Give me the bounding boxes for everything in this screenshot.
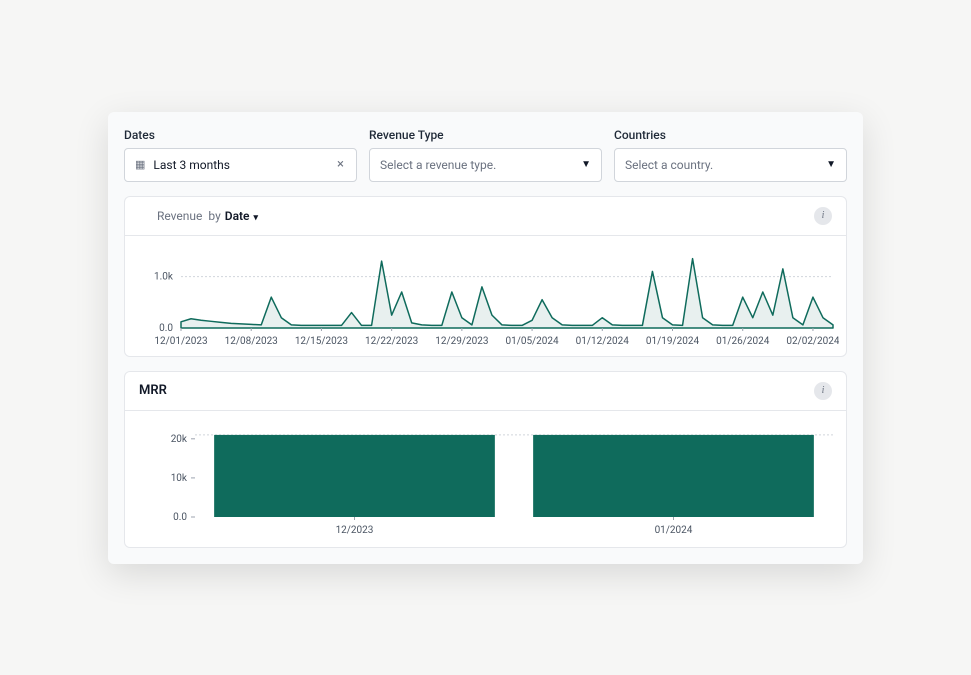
countries-placeholder: Select a country. [625,158,713,172]
svg-text:01/05/2024: 01/05/2024 [505,336,559,346]
revenue-card-header: Revenue by Date▾ i [125,197,846,236]
filter-dates-label: Dates [124,128,357,142]
revenue-type-select[interactable]: Select a revenue type. ▼ [369,148,602,182]
svg-text:12/2023: 12/2023 [336,525,374,536]
revenue-title-prefix: Revenue [157,209,202,223]
svg-text:12/29/2023: 12/29/2023 [435,336,488,346]
revenue-card: Revenue by Date▾ i 0.0 1.0k 12/01/2023 12/0… [124,196,847,357]
svg-text:12/08/2023: 12/08/2023 [225,336,278,346]
svg-text:01/2024: 01/2024 [655,525,693,536]
revenue-type-placeholder: Select a revenue type. [380,158,496,172]
calendar-icon: ▦ [135,158,145,171]
svg-text:02/02/2024: 02/02/2024 [786,336,839,346]
info-icon[interactable]: i [814,382,832,400]
mrr-title: MRR [139,383,167,398]
revenue-by-text: by [208,209,220,223]
svg-text:12/15/2023: 12/15/2023 [295,336,348,346]
svg-text:01/26/2024: 01/26/2024 [716,336,770,346]
clear-dates-button[interactable]: × [335,157,346,172]
mrr-chart: 0.0 10k 20k 12/2023 01/2024 [125,411,846,547]
revenue-chart: 0.0 1.0k 12/01/2023 12/08/2023 12/15/2023 12/… [125,236,846,356]
filter-revenue-type: Revenue Type Select a revenue type. ▼ [369,128,602,182]
svg-text:1.0k: 1.0k [154,271,174,282]
svg-text:12/01/2023: 12/01/2023 [154,336,207,346]
filter-revenue-type-label: Revenue Type [369,128,602,142]
dates-value: Last 3 months [153,158,230,172]
filters-row: Dates ▦ Last 3 months × Revenue Type Sel… [124,128,847,182]
countries-select[interactable]: Select a country. ▼ [614,148,847,182]
svg-text:10k: 10k [171,472,188,483]
mrr-chart-svg: 0.0 10k 20k 12/2023 01/2024 [139,425,839,537]
filter-dates: Dates ▦ Last 3 months × [124,128,357,182]
mrr-card-header: MRR i [125,372,846,411]
svg-text:0.0: 0.0 [159,323,173,334]
filter-countries: Countries Select a country. ▼ [614,128,847,182]
mrr-card: MRR i 0.0 10k 20k 12/2023 01/2024 [124,371,847,548]
dashboard-panel: Dates ▦ Last 3 months × Revenue Type Sel… [108,112,863,564]
svg-text:12/22/2023: 12/22/2023 [365,336,418,346]
svg-text:01/19/2024: 01/19/2024 [646,336,700,346]
revenue-chart-svg: 0.0 1.0k 12/01/2023 12/08/2023 12/15/2023 12/… [139,250,839,346]
svg-text:0.0: 0.0 [173,512,187,523]
filter-countries-label: Countries [614,128,847,142]
dates-select[interactable]: ▦ Last 3 months × [124,148,357,182]
chevron-down-icon: ▼ [581,159,591,170]
revenue-groupby-select[interactable]: Date▾ [225,209,258,223]
info-icon[interactable]: i [814,207,832,225]
svg-text:20k: 20k [171,433,188,444]
chevron-down-icon: ▾ [254,213,259,223]
svg-text:01/12/2024: 01/12/2024 [576,336,630,346]
chevron-down-icon: ▼ [826,159,836,170]
